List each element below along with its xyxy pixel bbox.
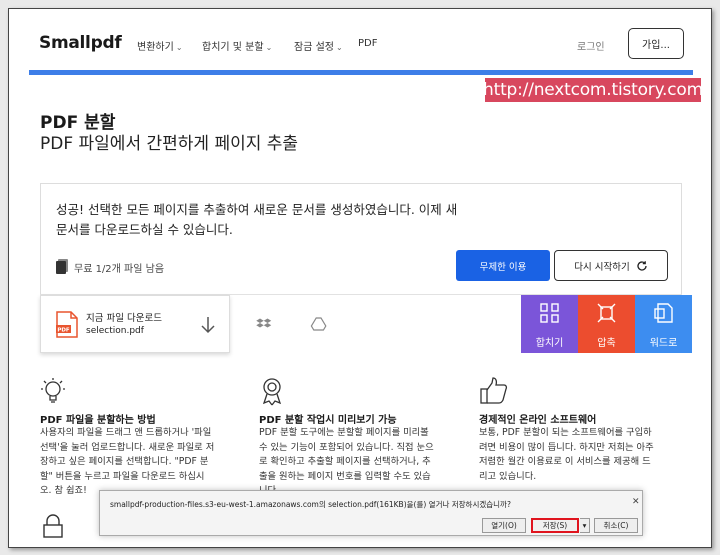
save-button[interactable]: 저장(S)	[531, 518, 579, 533]
feature-line: 출을 원하는 페이지 번호를 입력할 수도 있습	[259, 470, 431, 482]
download-filename: selection.pdf	[86, 326, 144, 336]
success-message: 성공! 선택한 모든 페이지를 추출하여 새로운 문서를 생성하였습니다. 이제…	[56, 200, 526, 240]
login-link[interactable]: 로그인	[577, 38, 605, 53]
feature-title: PDF 분할 작업시 미리보기 가능	[259, 415, 397, 426]
merge-icon	[540, 303, 559, 323]
feature-line: 로 확인하고 추출할 페이지를 선택하거나, 추	[259, 456, 431, 467]
nav-label: 잠금 설정	[294, 42, 334, 53]
result-panel: 성공! 선택한 모든 페이지를 추출하여 새로운 문서를 생성하였습니다. 이제…	[40, 183, 682, 295]
word-icon	[654, 303, 673, 323]
success-message-line: 문서를 다운로드하실 수 있습니다.	[56, 222, 233, 237]
google-drive-icon[interactable]	[309, 314, 329, 334]
feature-line: 려면 비용이 많이 듭니다. 하지만 저희는 아주	[479, 441, 654, 453]
nav-merge-split[interactable]: 합치기 및 분할 ⌄	[202, 38, 272, 53]
chevron-down-icon: ⌄	[175, 43, 183, 52]
unlimited-button[interactable]: 무제한 이용	[456, 250, 550, 281]
logo[interactable]: Smallpdf	[39, 33, 122, 53]
download-card[interactable]: PDF 지금 파일 다운로드 selection.pdf	[40, 295, 230, 353]
feature-line: 리고 있습니다.	[479, 470, 537, 482]
download-row: PDF 지금 파일 다운로드 selection.pdf 합치기 압축 워드로	[40, 294, 692, 353]
pdf-badge: PDF	[57, 328, 70, 334]
watermark: http://nextcom.tistory.com	[483, 78, 703, 102]
download-arrow-icon[interactable]	[199, 314, 217, 336]
success-message-line: 성공! 선택한 모든 페이지를 추출하여 새로운 문서를 생성하였습니다. 이제…	[56, 202, 458, 217]
refresh-icon	[637, 260, 647, 271]
chevron-down-icon: ▾	[582, 521, 587, 530]
nav-label: 합치기 및 분할	[202, 42, 264, 53]
tool-compress[interactable]: 압축	[578, 295, 635, 353]
download-dialog: smallpdf-production-files.s3-eu-west-1.a…	[99, 490, 643, 536]
feature-title: 경제적인 온라인 소프트웨어	[479, 415, 597, 426]
feature-body: PDF 분할 도구에는 분할할 페이지를 미리볼 수 있는 기능이 포함되어 있…	[259, 426, 459, 499]
tool-merge[interactable]: 합치기	[521, 295, 578, 353]
nav-label: 변환하기	[137, 42, 174, 53]
nav-label: PDF	[358, 38, 378, 49]
download-title: 지금 파일 다운로드	[86, 313, 162, 324]
restart-button[interactable]: 다시 시작하기	[554, 250, 668, 281]
thumbs-up-icon	[480, 377, 508, 404]
close-icon[interactable]: ✕	[632, 497, 640, 507]
top-navigation: Smallpdf 변환하기 ⌄ 합치기 및 분할 ⌄ 잠금 설정 ⌄ PDF 로그인 …	[9, 9, 711, 71]
nav-convert[interactable]: 변환하기 ⌄	[137, 38, 183, 53]
tool-label: 압축	[597, 338, 616, 349]
dropbox-icon[interactable]	[254, 314, 274, 334]
award-icon	[262, 378, 282, 406]
tool-label: 워드로	[649, 338, 678, 349]
chevron-down-icon: ⌄	[335, 43, 343, 52]
feature-line: 보통, PDF 분할이 되는 소프트웨어를 구입하	[479, 427, 652, 438]
signup-button[interactable]: 가입...	[628, 28, 684, 59]
quota-info: 무료 1/2개 파일 남음	[56, 260, 164, 275]
tool-label: 합치기	[535, 338, 564, 349]
feature-body: 사용자의 파일을 드래그 앤 드롭하거나 '파일 선택'을 눌러 업로드합니다.…	[40, 426, 240, 499]
feature-line: 수 있는 기능이 포함되어 있습니다. 직접 눈으	[259, 441, 434, 453]
feature-title: PDF 파일을 분할하는 방법	[40, 415, 156, 426]
quota-text: 무료 1/2개 파일 남음	[74, 264, 165, 275]
feature-line: 저렴한 월간 이용료로 이 서비스를 제공해 드	[479, 456, 651, 467]
feature-line: PDF 분할 도구에는 분할할 페이지를 미리볼	[259, 427, 429, 438]
document-icon	[56, 261, 66, 274]
accent-bar	[29, 70, 693, 75]
cancel-button[interactable]: 취소(C)	[594, 518, 638, 533]
restart-label: 다시 시작하기	[574, 261, 630, 273]
feature-line: 선택'을 눌러 업로드합니다. 새로운 파일로 저	[40, 441, 215, 453]
feature-line: 장하고 싶은 페이지를 선택합니다. "PDF 분	[40, 456, 209, 467]
feature-line: 사용자의 파일을 드래그 앤 드롭하거나 '파일	[40, 427, 212, 438]
lock-icon	[43, 514, 63, 538]
pdf-file-icon: PDF	[56, 311, 78, 338]
nav-lock[interactable]: 잠금 설정 ⌄	[294, 38, 343, 53]
dialog-message: smallpdf-production-files.s3-eu-west-1.a…	[110, 500, 511, 509]
lightbulb-icon	[41, 378, 65, 403]
feature-line: 할" 버튼을 누르고 파일을 다운로드 하십시	[40, 470, 205, 482]
compress-icon	[597, 303, 616, 323]
save-label: 저장(S)	[542, 521, 568, 530]
tool-to-word[interactable]: 워드로	[635, 295, 692, 353]
open-button[interactable]: 열기(O)	[482, 518, 526, 533]
chevron-down-icon: ⌄	[265, 43, 273, 52]
save-dropdown-button[interactable]: ▾	[580, 518, 590, 533]
page-subtitle: PDF 파일에서 간편하게 페이지 추출	[40, 134, 299, 154]
feature-body: 보통, PDF 분할이 되는 소프트웨어를 구입하 려면 비용이 많이 듭니다.…	[479, 426, 679, 484]
nav-pdf[interactable]: PDF	[358, 38, 377, 49]
browser-window: Smallpdf 변환하기 ⌄ 합치기 및 분할 ⌄ 잠금 설정 ⌄ PDF 로그인 …	[8, 8, 712, 548]
